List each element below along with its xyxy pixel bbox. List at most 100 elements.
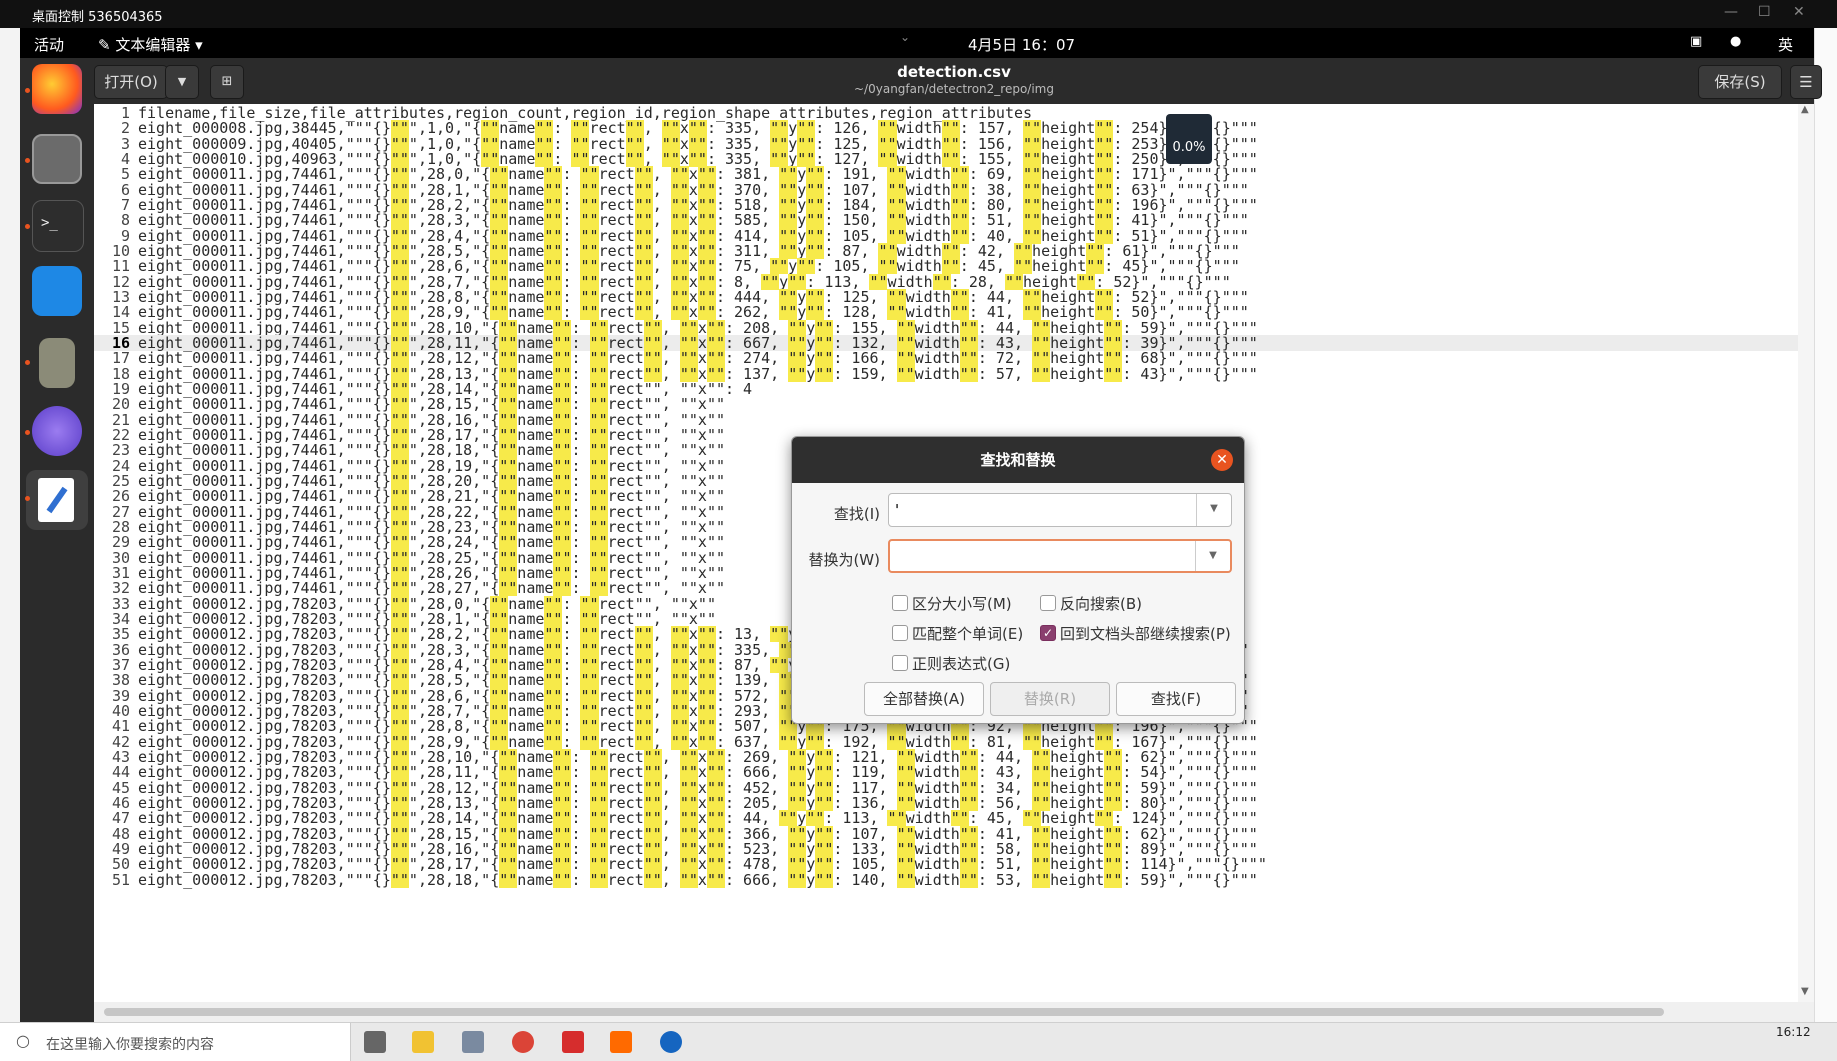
replace-combo[interactable]: ▼ bbox=[888, 539, 1232, 573]
line-number: 29 bbox=[111, 533, 130, 552]
replace-all-button[interactable]: 全部替换(A) bbox=[864, 682, 984, 716]
code-line[interactable]: 2 eight_000008.jpg,38445,"""{}""",1,0,"{"… bbox=[94, 119, 1798, 138]
code-line[interactable]: 51 eight_000012.jpg,78203,"""{}""",28,18,… bbox=[94, 870, 1798, 889]
line-number: 41 bbox=[111, 717, 130, 736]
taskbar-search-placeholder: 在这里输入你要搜索的内容 bbox=[46, 1037, 214, 1053]
gnome-top-bar: 活动 ✎ 文本编辑器 ▾ ⌄ 4月5日 16：07 ▣ ● 英 bbox=[20, 28, 1814, 58]
hamburger-menu-icon[interactable]: ☰ bbox=[1790, 65, 1822, 99]
code-line-text: eight_000008.jpg,38445,"""{}""",1,0,"{""… bbox=[138, 119, 1258, 138]
code-line-text: eight_000011.jpg,74461,"""{}""",28,6,"{"… bbox=[138, 257, 1240, 276]
find-button[interactable]: 查找(F) bbox=[1116, 682, 1236, 716]
line-number: 38 bbox=[111, 671, 130, 690]
checkbox-box[interactable] bbox=[892, 595, 908, 611]
search-icon: ○ bbox=[16, 1031, 30, 1050]
code-line-text: eight_000011.jpg,74461,"""{}""",28,15,"{… bbox=[138, 395, 725, 414]
code-line-text: eight_000012.jpg,78203,"""{}""",28,17,"{… bbox=[138, 855, 1267, 874]
chat-icon[interactable]: ● bbox=[1730, 34, 1741, 49]
line-number: 51 bbox=[111, 870, 130, 889]
checkmark-icon[interactable]: ✓ bbox=[1040, 625, 1056, 641]
save-button[interactable]: 保存(S) bbox=[1698, 65, 1782, 99]
code-line-text: eight_000011.jpg,74461,"""{}""",28,0,"{"… bbox=[138, 165, 1258, 184]
line-number: 23 bbox=[111, 441, 130, 460]
line-number: 50 bbox=[111, 855, 130, 874]
line-number: 11 bbox=[111, 257, 130, 276]
code-line[interactable]: 50 eight_000012.jpg,78203,"""{}""",28,17,… bbox=[94, 855, 1798, 874]
replace-button[interactable]: 替换(R) bbox=[990, 682, 1110, 716]
zip-icon[interactable] bbox=[39, 338, 75, 388]
taskbar-clock[interactable]: 16:12 bbox=[1776, 1025, 1811, 1039]
code-line-text: eight_000011.jpg,74461,"""{}""",28,21,"{… bbox=[138, 487, 725, 506]
replace-history-chevron-down-icon[interactable]: ▼ bbox=[1195, 541, 1230, 571]
code-line[interactable]: 14 eight_000011.jpg,74461,"""{}""",28,9,"… bbox=[94, 303, 1798, 322]
zoom-tooltip-value: 0.0% bbox=[1172, 140, 1206, 155]
dialog-title: 查找和替换 bbox=[792, 437, 1244, 483]
document-title: detection.csv bbox=[897, 63, 1011, 81]
code-line-text: eight_000011.jpg,74461,"""{}""",28,3,"{"… bbox=[138, 211, 1249, 230]
edge-icon[interactable] bbox=[660, 1031, 682, 1053]
find-label: 查找(I) bbox=[833, 505, 880, 523]
whole-word-label: 匹配整个单词(E) bbox=[912, 625, 1024, 643]
code-line-text: eight_000011.jpg,74461,"""{}""",28,18,"{… bbox=[138, 441, 725, 460]
files-icon[interactable] bbox=[32, 134, 82, 184]
code-line[interactable]: 8 eight_000011.jpg,74461,"""{}""",28,3,"{… bbox=[94, 211, 1798, 230]
horizontal-scroll-thumb[interactable] bbox=[104, 1008, 1664, 1016]
minimize-button[interactable]: — bbox=[1724, 4, 1738, 20]
app-icon[interactable] bbox=[462, 1031, 484, 1053]
app-menu-button[interactable]: ✎ 文本编辑器 ▾ bbox=[98, 34, 203, 55]
find-combo[interactable]: ▼ bbox=[888, 493, 1232, 527]
activities-button[interactable]: 活动 bbox=[34, 34, 64, 55]
taskbar-search[interactable]: ○ 在这里输入你要搜索的内容 bbox=[0, 1023, 351, 1061]
app-menu-label: 文本编辑器 bbox=[115, 36, 191, 54]
code-line-text: eight_000011.jpg,74461,"""{}""",28,27,"{… bbox=[138, 579, 725, 598]
wrap-around-label: 回到文档头部继续搜索(P) bbox=[1060, 625, 1231, 643]
find-history-chevron-down-icon[interactable]: ▼ bbox=[1196, 494, 1231, 526]
screen-icon[interactable]: ▣ bbox=[1690, 34, 1702, 49]
network-icon[interactable] bbox=[32, 406, 82, 456]
input-method-indicator[interactable]: 英 bbox=[1778, 34, 1793, 55]
zoom-tooltip: 0.0% bbox=[1166, 114, 1212, 164]
scroll-up-icon[interactable]: ▲ bbox=[1801, 104, 1809, 115]
line-number: 2 bbox=[120, 119, 130, 138]
firefox-icon[interactable] bbox=[32, 64, 82, 114]
code-line[interactable]: 20 eight_000011.jpg,74461,"""{}""",28,15,… bbox=[94, 395, 1798, 414]
remote-window-title: 桌面控制 536504365 bbox=[32, 10, 163, 25]
code-line-text: eight_000012.jpg,78203,"""{}""",28,18,"{… bbox=[138, 870, 1258, 889]
line-number: 35 bbox=[111, 625, 130, 644]
feishu-icon[interactable] bbox=[32, 266, 82, 316]
text-editor-icon[interactable] bbox=[26, 470, 88, 530]
line-number: 14 bbox=[111, 303, 130, 322]
checkbox-box[interactable] bbox=[892, 625, 908, 641]
horizontal-scrollbar[interactable] bbox=[94, 1002, 1814, 1022]
editor-headerbar: 打开(O) ▼ ⊞ detection.csv ~/0yangfan/detec… bbox=[94, 58, 1822, 104]
code-line[interactable]: 5 eight_000011.jpg,74461,"""{}""",28,0,"{… bbox=[94, 165, 1798, 184]
replace-label: 替换为(W) bbox=[808, 551, 880, 569]
dock: >_ bbox=[20, 58, 94, 1022]
checkbox-box[interactable] bbox=[892, 655, 908, 671]
close-button[interactable]: ✕ bbox=[1793, 4, 1805, 20]
running-indicator bbox=[25, 496, 30, 501]
close-icon[interactable]: ✕ bbox=[1211, 449, 1233, 471]
file-explorer-icon[interactable] bbox=[412, 1031, 434, 1053]
terminal-icon[interactable]: >_ bbox=[32, 200, 84, 252]
vertical-scrollbar[interactable]: ▲ ▼ bbox=[1798, 104, 1814, 1002]
code-line[interactable]: 11 eight_000011.jpg,74461,"""{}""",28,6,"… bbox=[94, 257, 1798, 276]
maximize-button[interactable]: ☐ bbox=[1758, 4, 1771, 20]
scroll-down-icon[interactable]: ▼ bbox=[1801, 986, 1809, 997]
running-indicator bbox=[25, 360, 30, 365]
code-line[interactable]: 47 eight_000012.jpg,78203,"""{}""",28,14,… bbox=[94, 810, 1798, 827]
code-line[interactable]: 17 eight_000011.jpg,74461,"""{}""",28,12,… bbox=[94, 350, 1798, 367]
replace-input[interactable] bbox=[894, 545, 1198, 569]
task-view-icon[interactable] bbox=[364, 1031, 386, 1053]
checkbox-box[interactable] bbox=[1040, 595, 1056, 611]
chrome-icon[interactable] bbox=[512, 1031, 534, 1053]
line-number: 5 bbox=[120, 165, 130, 184]
app-icon[interactable] bbox=[610, 1031, 632, 1053]
chevron-down-icon[interactable]: ⌄ bbox=[900, 30, 910, 44]
line-number: 26 bbox=[111, 487, 130, 506]
code-line[interactable]: 44 eight_000012.jpg,78203,"""{}""",28,11,… bbox=[94, 764, 1798, 781]
find-input[interactable] bbox=[893, 498, 1197, 522]
wps-icon[interactable] bbox=[562, 1031, 584, 1053]
clock[interactable]: 4月5日 16：07 bbox=[968, 34, 1075, 55]
menu-caret-icon: ▾ bbox=[190, 36, 203, 54]
remote-window-titlebar: 桌面控制 536504365 — ☐ ✕ bbox=[0, 0, 1837, 28]
